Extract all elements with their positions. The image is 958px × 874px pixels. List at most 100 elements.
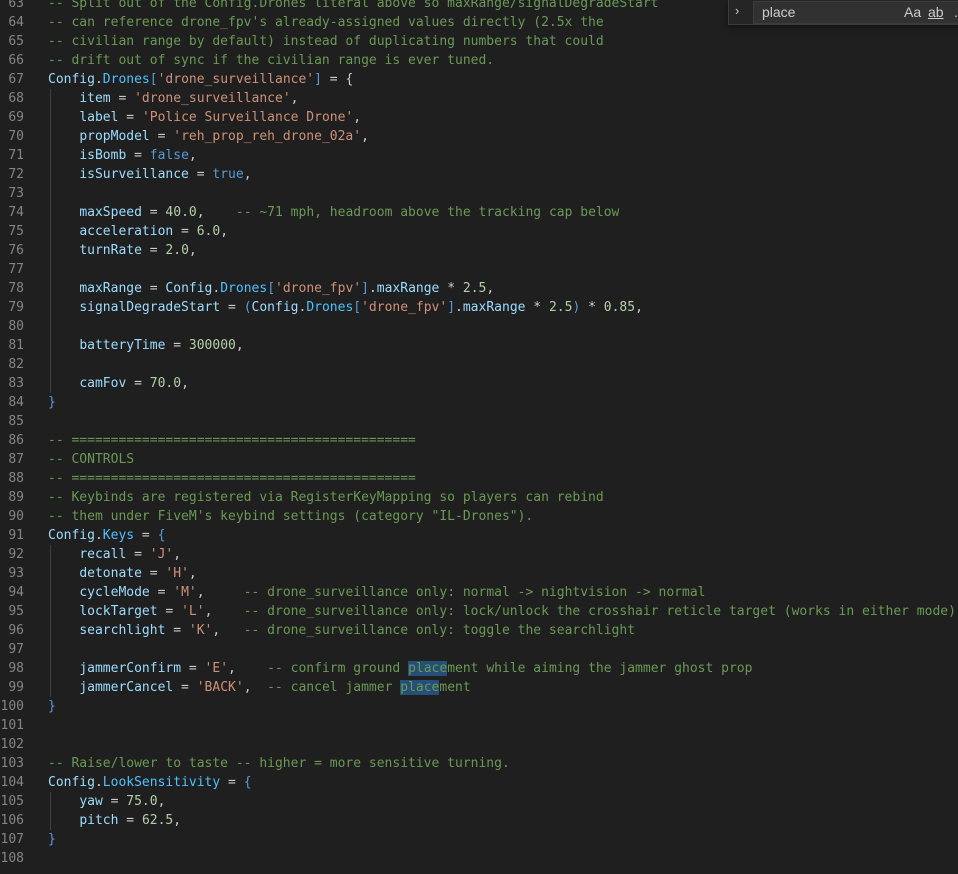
code-token: 'drone_fpv'	[275, 281, 362, 296]
code-line[interactable]: 104 Config.LookSensitivity = {	[0, 773, 958, 792]
code-token: =	[126, 376, 150, 391]
code-line[interactable]: 69 label = 'Police Surveillance Drone',	[0, 108, 958, 127]
code-token: Drones	[306, 300, 354, 315]
code-line[interactable]: 85	[0, 412, 958, 431]
code-line[interactable]: 89 -- Keybinds are registered via Registe…	[0, 488, 958, 507]
code-text: recall = 'J',	[48, 545, 181, 564]
code-text: -- =====================================…	[48, 431, 416, 450]
code-token: -- =====================================…	[48, 433, 416, 448]
code-line[interactable]: 71 isBomb = false,	[0, 146, 958, 165]
code-line[interactable]: 84}	[0, 393, 958, 412]
code-line[interactable]: 100}	[0, 697, 958, 716]
whole-word-toggle[interactable]: ab	[928, 4, 944, 20]
line-number: 84	[8, 395, 24, 410]
line-number: 106	[0, 813, 24, 828]
code-line[interactable]: 97	[0, 640, 958, 659]
code-text: -- them under FiveM's keybind settings (…	[48, 507, 533, 526]
code-line[interactable]: 72 isSurveillance = true,	[0, 165, 958, 184]
code-text: jammerConfirm = 'E', -- confirm ground p…	[48, 659, 752, 678]
code-line[interactable]: 108	[0, 849, 958, 868]
match-case-toggle[interactable]: Aa	[904, 4, 921, 20]
code-line[interactable]: 81 batteryTime = 300000,	[0, 336, 958, 355]
code-line[interactable]: 96 searchlight = 'K', -- drone_surveilla…	[0, 621, 958, 640]
code-token: ,	[635, 300, 643, 315]
code-token: maxRange	[376, 281, 440, 296]
code-line[interactable]: 106 pitch = 62.5,	[0, 811, 958, 830]
code-line[interactable]: 74 maxSpeed = 40.0, -- ~71 mph, headroom…	[0, 203, 958, 222]
code-line[interactable]: 101	[0, 716, 958, 735]
code-token: -- ~71 mph, headroom above the tracking …	[235, 205, 620, 220]
code-text: batteryTime = 300000,	[48, 336, 243, 355]
code-line[interactable]: 66 -- drift out of sync if the civilian r…	[0, 51, 958, 70]
code-line[interactable]: 70 propModel = 'reh_prop_reh_drone_02a',	[0, 127, 958, 146]
code-line[interactable]: 98 jammerConfirm = 'E', -- confirm groun…	[0, 659, 958, 678]
code-text: -- civilian range by default) instead of…	[48, 32, 604, 51]
code-line[interactable]: 73	[0, 184, 958, 203]
find-input[interactable]: place Aa ab .*	[753, 1, 958, 24]
code-token: 75.0	[126, 794, 158, 809]
code-text: acceleration = 6.0,	[48, 222, 228, 241]
code-line[interactable]: 99 jammerCancel = 'BACK', -- cancel jamm…	[0, 678, 958, 697]
code-line[interactable]: 93 detonate = 'H',	[0, 564, 958, 583]
line-number: 98	[8, 661, 24, 676]
code-line[interactable]: 76 turnRate = 2.0,	[0, 241, 958, 260]
code-line[interactable]: 65 -- civilian range by default) instead …	[0, 32, 958, 51]
code-line[interactable]: 75 acceleration = 6.0,	[0, 222, 958, 241]
chevron-right-icon[interactable]: ›	[735, 3, 739, 18]
code-token: ,	[173, 547, 182, 562]
code-text: Config.LookSensitivity = {	[48, 773, 252, 792]
code-line[interactable]: 83 camFov = 70.0,	[0, 374, 958, 393]
code-line[interactable]: 88 -- ===================================…	[0, 469, 958, 488]
line-number: 73	[8, 186, 24, 201]
code-token: .	[94, 528, 103, 543]
line-number: 72	[8, 167, 24, 182]
code-line[interactable]: 90 -- them under FiveM's keybind settings…	[0, 507, 958, 526]
code-token: = {	[321, 72, 354, 87]
line-number: 101	[0, 718, 24, 733]
code-line[interactable]: 77	[0, 260, 958, 279]
code-token: 'drone_surveillance'	[134, 91, 291, 106]
code-line[interactable]: 68 item = 'drone_surveillance',	[0, 89, 958, 108]
code-line[interactable]: 87 -- CONTROLS	[0, 450, 958, 469]
line-number: 99	[8, 680, 24, 695]
code-editor[interactable]: 63 -- Split out of the Config.Drones lite…	[0, 0, 958, 868]
code-text: pitch = 62.5,	[48, 811, 181, 830]
code-token: ,	[196, 585, 244, 600]
code-line[interactable]: 95 lockTarget = 'L', -- drone_surveillan…	[0, 602, 958, 621]
code-token: Config	[48, 528, 95, 543]
code-token: -- drone_surveillance only: normal -> ni…	[243, 585, 706, 600]
code-token: =	[149, 585, 174, 600]
code-line[interactable]: 102	[0, 735, 958, 754]
line-number: 93	[8, 566, 24, 581]
code-line[interactable]: 67 Config.Drones['drone_surveillance'] = …	[0, 70, 958, 89]
code-line[interactable]: 82	[0, 355, 958, 374]
code-token: 'J'	[149, 547, 174, 562]
code-line[interactable]: 92 recall = 'J',	[0, 545, 958, 564]
code-token: searchlight	[79, 623, 166, 638]
code-line[interactable]: 80	[0, 317, 958, 336]
code-line[interactable]: 86 -- ===================================…	[0, 431, 958, 450]
code-line[interactable]: 78 maxRange = Config. Drones['drone_fpv']…	[0, 279, 958, 298]
code-line[interactable]: 79 signalDegradeStart = (Config. Drones['…	[0, 298, 958, 317]
code-token: Config	[165, 281, 213, 296]
code-line[interactable]: 103 -- Raise/lower to taste -- higher = m…	[0, 754, 958, 773]
code-token: 70.0	[149, 376, 182, 391]
code-token: 6.0	[196, 224, 221, 239]
code-token: 2.5	[548, 300, 573, 315]
code-line[interactable]: 105 yaw = 75.0,	[0, 792, 958, 811]
line-number: 66	[8, 53, 24, 68]
code-line[interactable]: 91 Config.Keys = {	[0, 526, 958, 545]
line-number: 80	[8, 319, 24, 334]
code-token: =	[118, 110, 142, 125]
code-token: pitch	[79, 813, 119, 828]
code-line[interactable]: 107}	[0, 830, 958, 849]
line-number: 95	[8, 604, 24, 619]
code-token: ment	[439, 680, 471, 695]
regex-toggle[interactable]: .*	[954, 4, 958, 20]
code-token: 'M'	[173, 585, 197, 600]
code-token: maxSpeed	[79, 205, 142, 220]
code-line[interactable]: 94 cycleMode = 'M', -- drone_surveillanc…	[0, 583, 958, 602]
